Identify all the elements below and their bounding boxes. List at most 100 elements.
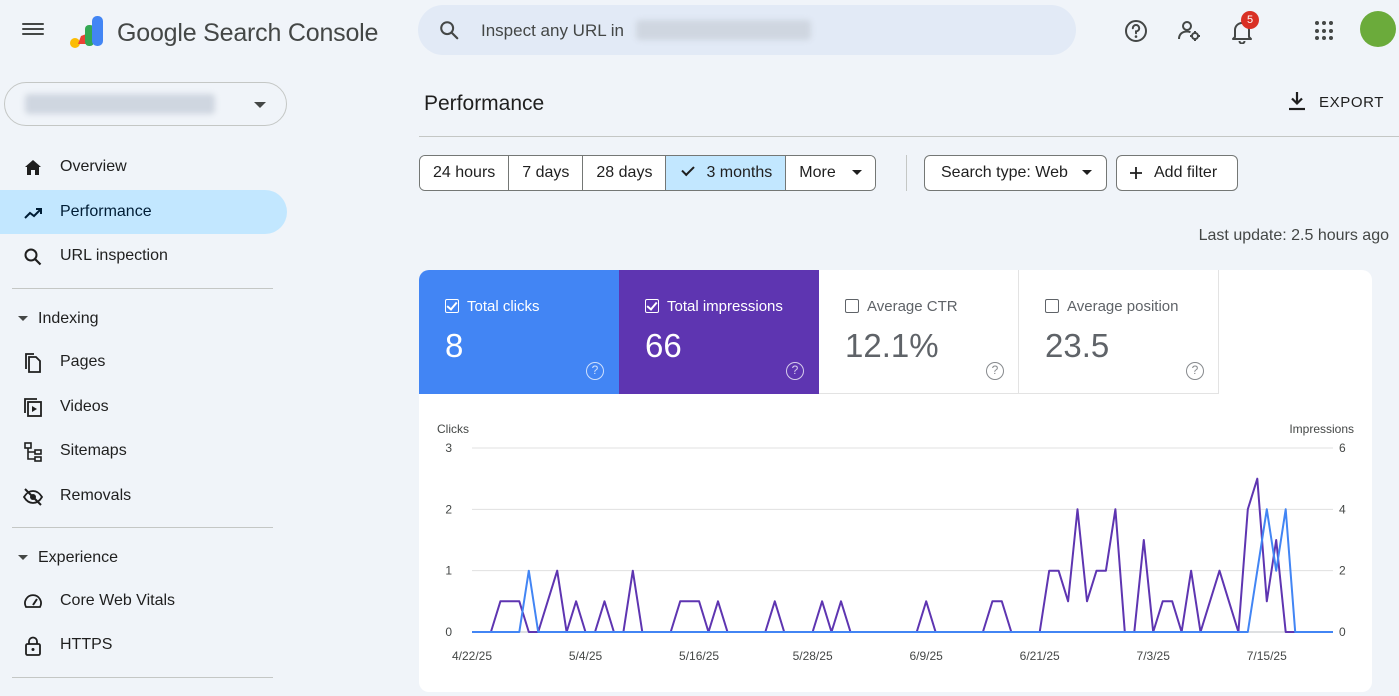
sitemaps-icon	[24, 442, 42, 462]
sidebar-item-label: HTTPS	[60, 636, 113, 653]
caret-down-icon	[1081, 170, 1092, 176]
section-label: Experience	[38, 549, 119, 566]
range-3-months[interactable]: 3 months	[666, 156, 787, 190]
range-28-days[interactable]: 28 days	[583, 156, 667, 190]
lock-icon	[25, 636, 41, 656]
date-range-selector: 24 hours 7 days 28 days 3 months More	[419, 155, 876, 191]
metric-total-impressions[interactable]: Total impressions 66 ?	[619, 270, 819, 394]
top-bar: Google Search Console Inspect any URL in…	[0, 0, 1399, 66]
sidebar-item-pages[interactable]: Pages	[0, 340, 287, 384]
x-tick-label: 7/15/25	[1247, 649, 1287, 663]
home-icon	[25, 160, 41, 175]
section-label: Indexing	[38, 310, 99, 327]
checkbox[interactable]	[845, 299, 859, 313]
help-icon[interactable]: ?	[786, 362, 804, 380]
left-axis-label: Clicks	[437, 422, 469, 436]
range-7-days[interactable]: 7 days	[509, 156, 584, 190]
metric-label: Average position	[1067, 298, 1179, 315]
check-icon	[681, 162, 696, 177]
metric-average-ctr[interactable]: Average CTR 12.1% ?	[819, 270, 1019, 394]
apps-icon[interactable]	[1315, 21, 1335, 41]
videos-icon	[24, 398, 42, 417]
checkbox[interactable]	[1045, 299, 1059, 313]
sidebar-item-url-inspection[interactable]: URL inspection	[0, 234, 287, 278]
add-filter-label: Add filter	[1154, 164, 1218, 181]
sidebar-divider	[12, 288, 273, 289]
x-tick-label: 6/21/25	[1020, 649, 1060, 663]
avatar[interactable]	[1360, 11, 1396, 47]
sidebar-item-label: Sitemaps	[60, 442, 127, 459]
x-tick-label: 4/22/25	[452, 649, 492, 663]
last-update-text: Last update: 2.5 hours ago	[1198, 227, 1389, 244]
chevron-down-icon	[254, 102, 266, 108]
metric-value: 66	[645, 327, 682, 364]
left-tick-label: 1	[445, 564, 452, 578]
help-icon[interactable]: ?	[586, 362, 604, 380]
sidebar-item-performance[interactable]: Performance	[0, 190, 287, 234]
search-type-label: Search type: Web	[941, 164, 1068, 181]
metric-value: 12.1%	[845, 327, 939, 364]
x-tick-label: 5/28/25	[793, 649, 833, 663]
sidebar-item-https[interactable]: HTTPS	[0, 623, 287, 667]
range-24-hours[interactable]: 24 hours	[420, 156, 510, 190]
sidebar-item-core-web-vitals[interactable]: Core Web Vitals	[0, 579, 287, 623]
help-icon[interactable]: ?	[986, 362, 1004, 380]
left-tick-label: 2	[445, 502, 452, 516]
metric-total-clicks[interactable]: Total clicks 8 ?	[419, 270, 619, 394]
series-line-impressions	[472, 477, 1324, 633]
checkbox[interactable]	[645, 299, 659, 313]
range-more[interactable]: More	[786, 156, 875, 190]
add-filter-button[interactable]: Add filter	[1116, 155, 1238, 191]
redacted-property-name	[25, 94, 215, 114]
x-tick-label: 7/3/25	[1137, 649, 1171, 663]
search-input[interactable]: Inspect any URL in	[481, 21, 624, 41]
sidebar-item-overview[interactable]: Overview	[0, 145, 287, 189]
help-icon[interactable]	[1123, 18, 1149, 44]
search-console-logo	[70, 16, 103, 48]
sidebar-divider	[12, 527, 273, 528]
search-type-dropdown[interactable]: Search type: Web	[924, 155, 1107, 191]
metric-value: 8	[445, 327, 464, 364]
metric-value: 23.5	[1045, 327, 1110, 364]
left-tick-label: 3	[445, 441, 452, 455]
property-selector[interactable]	[4, 82, 287, 126]
help-icon[interactable]: ?	[1186, 362, 1204, 380]
sidebar-item-label: Pages	[60, 353, 106, 370]
speed-icon	[24, 594, 42, 608]
caret-down-icon	[18, 316, 28, 321]
sidebar-item-removals[interactable]: Removals	[0, 474, 287, 518]
sidebar-item-label: Videos	[60, 398, 109, 415]
performance-chart: Clicks Impressions 3 6 2 4 1 2 0 0 4/22/25 5/4/25 5/…	[419, 394, 1372, 692]
x-tick-label: 5/16/25	[679, 649, 719, 663]
chart-svg: Clicks Impressions3 62 41 20 04/22/25 5/4/25 5/…	[437, 422, 1354, 663]
x-tick-label: 6/9/25	[909, 649, 943, 663]
menu-icon[interactable]	[22, 20, 44, 42]
page-title: Performance	[424, 92, 545, 115]
url-inspect-search[interactable]: Inspect any URL in	[418, 5, 1076, 55]
sidebar-item-videos[interactable]: Videos	[0, 385, 287, 429]
search-icon	[440, 21, 459, 40]
metric-label: Total impressions	[667, 298, 783, 315]
performance-card: Total clicks 8 ? Total impressions 66 ? …	[419, 270, 1372, 692]
metric-average-position[interactable]: Average position 23.5 ?	[1019, 270, 1219, 394]
account-settings-icon[interactable]	[1176, 18, 1202, 44]
sidebar-item-label: URL inspection	[60, 247, 168, 264]
sidebar-item-label: Overview	[60, 158, 127, 175]
header-divider	[419, 136, 1399, 137]
trending-icon	[24, 208, 42, 219]
app-title: Google Search Console	[117, 19, 379, 47]
checkbox[interactable]	[445, 299, 459, 313]
sidebar-item-sitemaps[interactable]: Sitemaps	[0, 429, 287, 473]
sidebar-item-label: Performance	[60, 203, 152, 220]
export-label: EXPORT	[1319, 94, 1385, 111]
right-tick-label: 2	[1339, 564, 1346, 578]
range-label: 3 months	[706, 164, 773, 181]
right-tick-label: 0	[1339, 625, 1346, 639]
pages-icon	[25, 353, 41, 373]
removals-icon	[22, 488, 44, 506]
left-tick-label: 0	[445, 625, 452, 639]
right-axis-label: Impressions	[1289, 422, 1354, 436]
metric-label: Total clicks	[467, 298, 540, 315]
redacted-property	[636, 20, 811, 40]
sidebar-divider	[12, 677, 273, 678]
